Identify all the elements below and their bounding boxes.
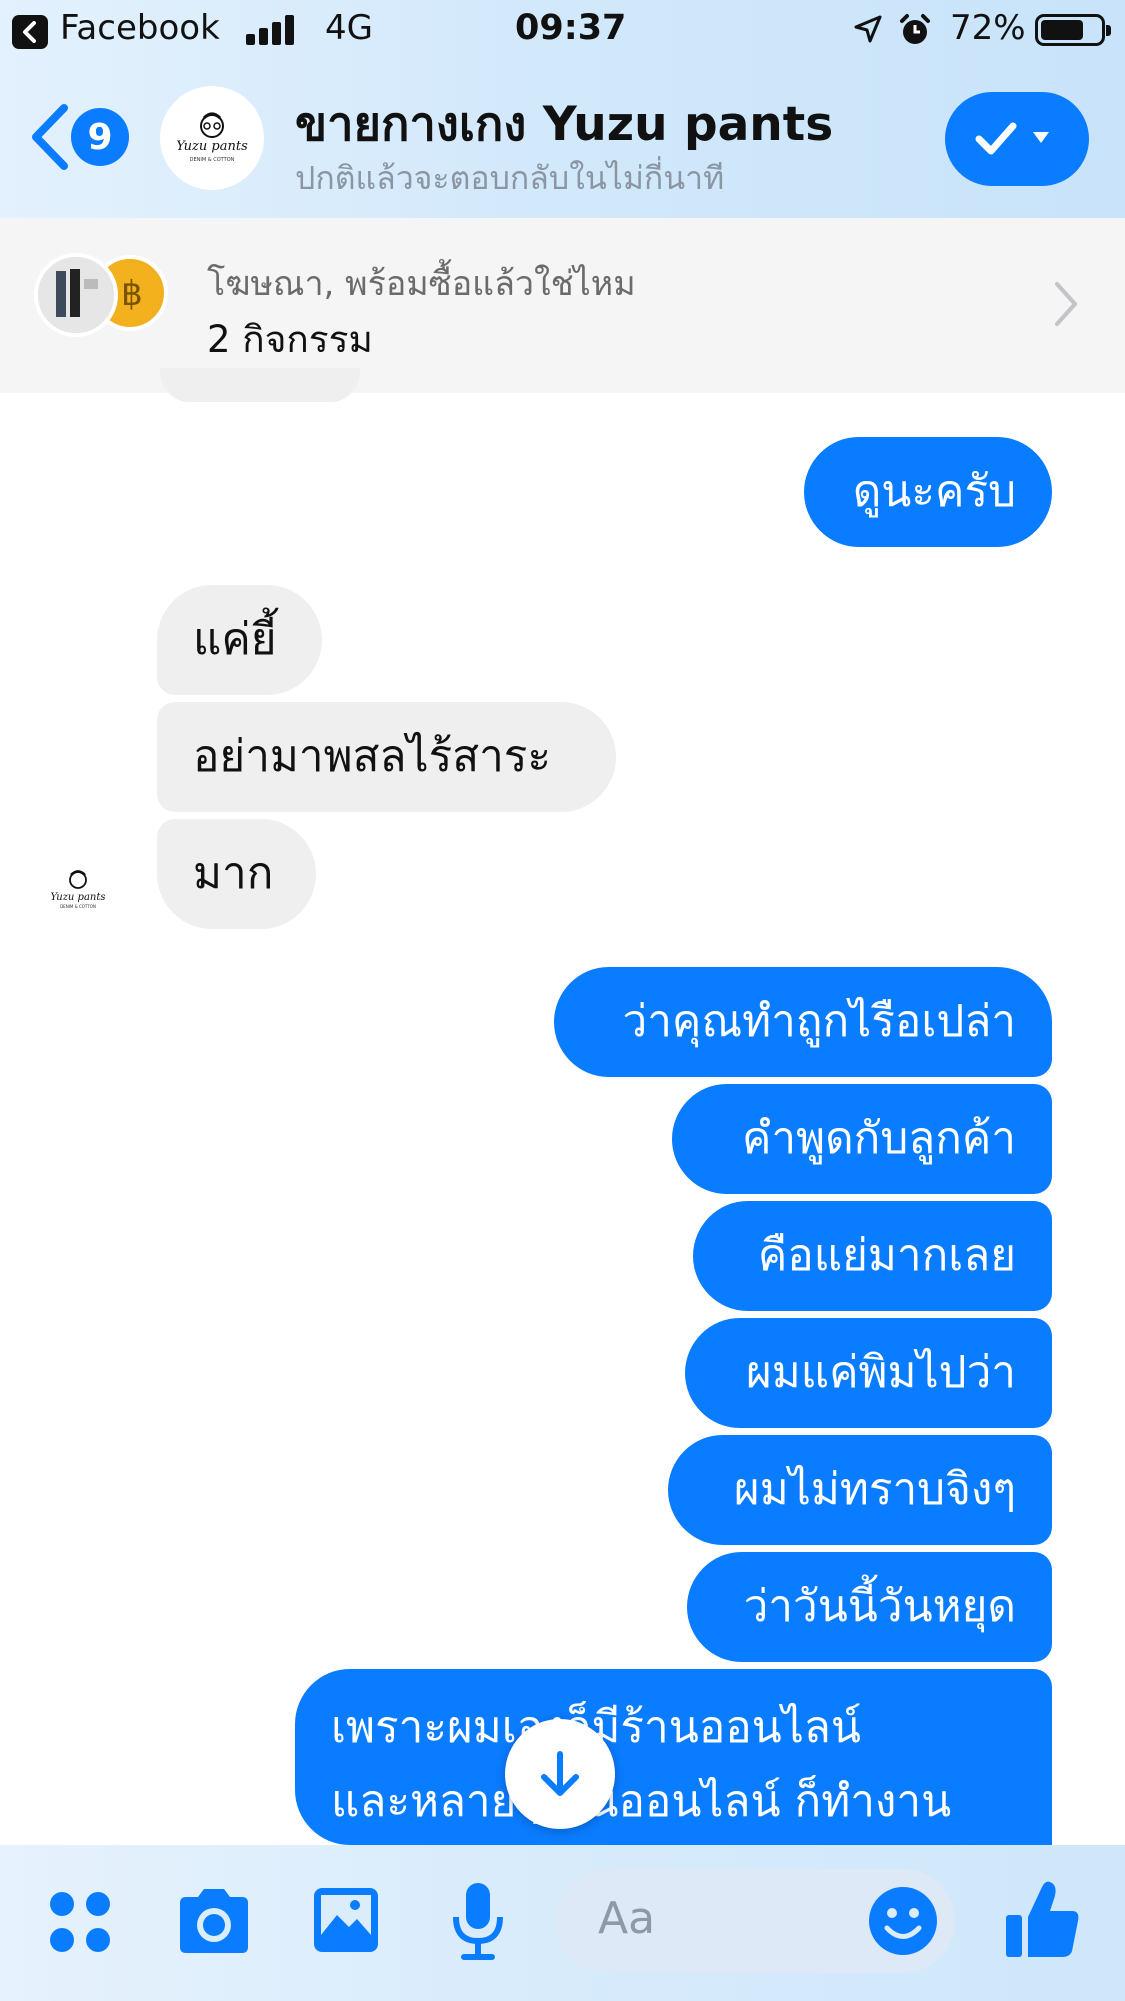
signal-strength-icon — [246, 15, 296, 45]
message-bubble-outgoing[interactable]: ว่าวันนี้วันหยุด — [687, 1552, 1052, 1662]
alarm-clock-icon — [898, 13, 932, 51]
status-time: 09:37 — [515, 8, 627, 48]
arrow-down-icon — [541, 1751, 579, 1796]
message-bubble-outgoing[interactable]: ว่าคุณทำถูกไรือเปล่า — [554, 967, 1052, 1077]
scroll-to-bottom-button[interactable] — [505, 1719, 615, 1829]
message-bubble-incoming[interactable]: อย่ามาพสลไร้สาระ — [157, 702, 616, 812]
chevron-right-icon[interactable] — [1053, 280, 1079, 332]
ad-banner-activities: 2 กิจกรรม — [207, 318, 373, 361]
message-input-placeholder: Aa — [598, 1893, 656, 1944]
camera-icon[interactable] — [174, 1885, 254, 1961]
sender-avatar-logo-text: Yuzu pants — [50, 892, 105, 903]
dropdown-caret-icon — [1033, 132, 1049, 143]
message-line: และหลายๆร้านออนไลน์ ก็ทำงาน — [331, 1776, 952, 1827]
avatar-logo-text: Yuzu pants — [176, 139, 248, 154]
top-bar: Facebook 4G 09:37 72% 9 Yuzu pants DENIM… — [0, 0, 1125, 218]
message-bubble-outgoing[interactable]: คือแย่มากเลย — [693, 1201, 1052, 1311]
sender-avatar[interactable]: Yuzu pants DENIM & COTTON — [40, 852, 116, 928]
product-thumbnail — [34, 253, 118, 337]
status-bar: Facebook 4G 09:37 72% — [0, 0, 1125, 62]
svg-text:฿: ฿ — [121, 274, 143, 314]
battery-percent: 72% — [950, 8, 1026, 48]
message-bubble-incoming[interactable]: แค่ยี้ — [157, 585, 322, 695]
thumbs-up-icon[interactable] — [1002, 1877, 1082, 1965]
previous-message-peek — [160, 368, 360, 402]
microphone-icon[interactable] — [450, 1881, 506, 1965]
avatar-logo-sub: DENIM & COTTON — [190, 157, 235, 163]
sender-avatar-logo-sub: DENIM & COTTON — [60, 904, 96, 909]
message-composer: Aa — [0, 1845, 1125, 2001]
checkmark-icon — [975, 122, 1017, 155]
smile-emoji-icon[interactable] — [867, 1885, 939, 1961]
ad-banner-caption: โฆษณา, พร้อมซื้อแล้วใช่ไหม — [207, 264, 636, 304]
message-input[interactable]: Aa — [555, 1869, 955, 1973]
message-bubble-outgoing[interactable]: เพราะผมเองก็มีร้านออนไลน์ และหลายๆร้านออ… — [295, 1669, 1052, 1845]
message-line: เพราะผมเองก็มีร้านออนไลน์ — [331, 1702, 861, 1753]
battery-fill — [1041, 20, 1083, 40]
page-avatar[interactable]: Yuzu pants DENIM & COTTON — [160, 86, 264, 190]
back-app-label[interactable]: Facebook — [60, 8, 220, 48]
message-bubble-outgoing[interactable]: ผมแค่พิมไปว่า — [685, 1318, 1052, 1428]
chat-title[interactable]: ขายกางเกง Yuzu pants — [295, 86, 833, 161]
back-chevron-icon[interactable] — [28, 102, 70, 176]
back-to-app-icon[interactable] — [12, 15, 48, 49]
apps-grid-icon[interactable] — [48, 1890, 112, 1958]
message-bubble-incoming[interactable]: มาก — [157, 819, 316, 929]
photo-gallery-icon[interactable] — [311, 1885, 381, 1959]
message-bubble-outgoing[interactable]: คำพูดกับลูกค้า — [672, 1084, 1052, 1194]
ad-activity-banner[interactable]: ฿ โฆษณา, พร้อมซื้อแล้วใช่ไหม 2 กิจกรรม — [0, 218, 1125, 393]
unread-count-badge: 9 — [71, 108, 129, 166]
message-bubble-outgoing[interactable]: ดูนะครับ — [804, 437, 1052, 547]
battery-icon — [1035, 14, 1111, 46]
chat-subtitle: ปกติแล้วจะตอบกลับในไม่กี่นาที — [295, 159, 725, 197]
location-arrow-icon — [853, 14, 883, 48]
network-type: 4G — [325, 8, 373, 48]
message-bubble-outgoing[interactable]: ผมไม่ทราบจิงๆ — [668, 1435, 1052, 1545]
mark-done-button[interactable] — [945, 92, 1089, 186]
